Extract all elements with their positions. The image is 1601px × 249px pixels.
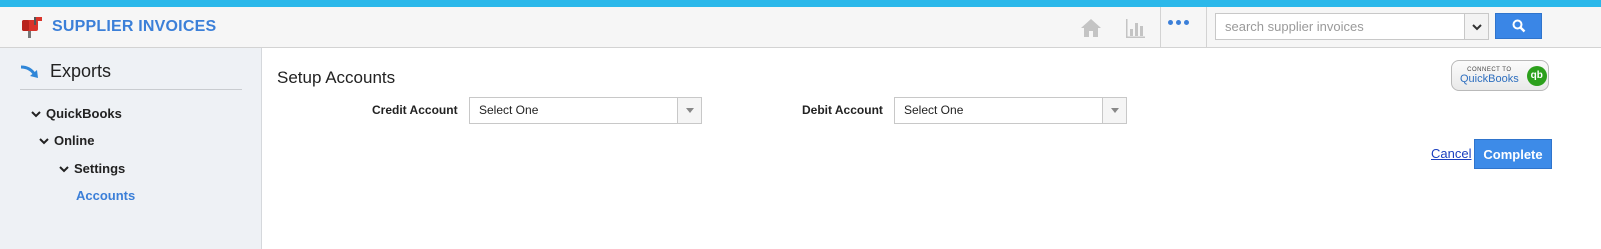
tree-item-label: QuickBooks — [46, 106, 122, 121]
connect-quickbooks-button[interactable]: CONNECT TO QuickBooks qb — [1451, 60, 1549, 91]
app-title: SUPPLIER INVOICES — [52, 18, 217, 35]
tree-item-online[interactable]: Online — [38, 133, 94, 148]
credit-account-value: Select One — [479, 103, 539, 117]
brand[interactable]: SUPPLIER INVOICES — [20, 15, 216, 39]
chevron-down-icon — [39, 137, 49, 144]
search-icon — [1512, 19, 1525, 33]
mailbox-icon — [20, 16, 44, 38]
chevron-down-icon — [1471, 23, 1482, 30]
sidebar-title: Exports — [50, 61, 112, 81]
chevron-down-icon — [59, 165, 69, 172]
sidebar: Exports QuickBooks Online Settings Accou… — [0, 48, 262, 249]
caret-down-icon — [1102, 98, 1126, 123]
bar-chart-icon[interactable] — [1122, 15, 1148, 41]
search-input[interactable] — [1216, 14, 1464, 39]
home-icon[interactable] — [1078, 15, 1104, 41]
sidebar-divider — [20, 89, 242, 90]
app-header: SUPPLIER INVOICES — [0, 7, 1601, 48]
search-button[interactable] — [1495, 13, 1542, 39]
search-dropdown-button[interactable] — [1464, 14, 1488, 39]
main-content: Setup Accounts Credit Account Select One… — [263, 48, 1601, 249]
quickbooks-logo-icon: qb — [1526, 65, 1547, 86]
tree-item-label: Settings — [74, 161, 126, 176]
export-arrow-icon — [20, 65, 38, 78]
header-divider — [1160, 7, 1161, 48]
credit-account-select[interactable]: Select One — [469, 97, 702, 124]
qb-badge-big: QuickBooks — [1460, 72, 1519, 85]
debit-account-label: Debit Account — [802, 103, 883, 117]
credit-account-label: Credit Account — [372, 103, 458, 117]
qb-badge-text: CONNECT TO QuickBooks — [1460, 67, 1519, 85]
debit-account-value: Select One — [904, 103, 964, 117]
tree-item-settings[interactable]: Settings — [58, 161, 125, 176]
sidebar-header: Exports — [20, 61, 111, 82]
search-box — [1215, 13, 1489, 40]
complete-button[interactable]: Complete — [1474, 139, 1552, 169]
tree-item-label: Online — [54, 133, 95, 148]
debit-account-select[interactable]: Select One — [894, 97, 1127, 124]
cancel-link[interactable]: Cancel — [1431, 146, 1471, 161]
chevron-down-icon — [31, 110, 41, 117]
top-accent-stripe — [0, 0, 1601, 7]
caret-down-icon — [677, 98, 701, 123]
header-divider — [1206, 7, 1207, 48]
tree-item-accounts[interactable]: Accounts — [76, 188, 135, 203]
page-title: Setup Accounts — [277, 68, 396, 87]
tree-item-quickbooks[interactable]: QuickBooks — [30, 106, 122, 121]
more-options-icon[interactable] — [1168, 20, 1189, 25]
